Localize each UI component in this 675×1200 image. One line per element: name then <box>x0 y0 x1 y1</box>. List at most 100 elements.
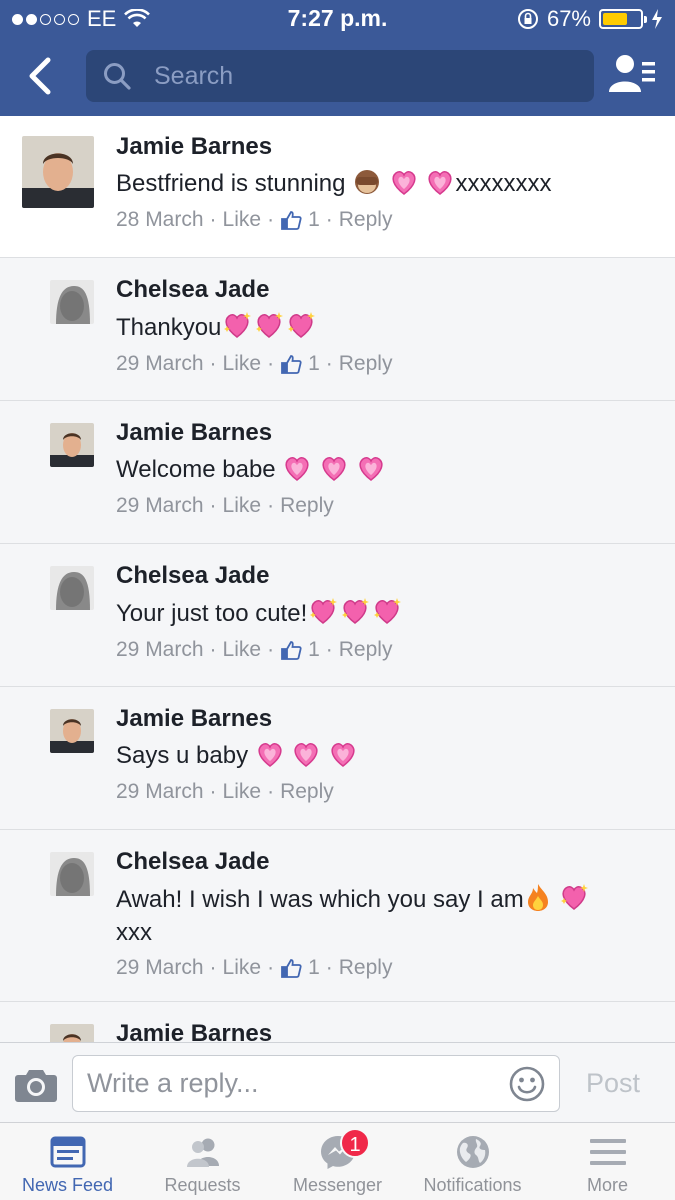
post-button[interactable]: Post <box>586 1063 640 1103</box>
like-link[interactable]: Like <box>223 349 262 379</box>
reply-link[interactable]: Reply <box>339 953 393 983</box>
emoji-icon[interactable] <box>508 1065 546 1103</box>
rotation-lock-icon <box>517 9 538 29</box>
reply-link[interactable]: Reply <box>339 349 393 379</box>
comment-author[interactable]: Chelsea Jade <box>116 275 392 305</box>
avatar[interactable] <box>50 852 94 896</box>
charging-icon <box>652 9 662 29</box>
reply-link[interactable]: Reply <box>280 491 334 521</box>
pink-heart-icon <box>322 457 346 481</box>
comment-author[interactable]: Jamie Barnes <box>116 132 551 162</box>
battery-level <box>603 13 628 25</box>
battery-icon <box>599 9 647 29</box>
tab-label: News Feed <box>21 1175 114 1195</box>
comment-date[interactable]: 29 March <box>116 635 204 665</box>
comment-text-line2: xxx <box>116 919 152 946</box>
reply-input[interactable] <box>72 1055 560 1112</box>
like-link[interactable]: Like <box>223 491 262 521</box>
comment-meta: 29 March · Like · Reply <box>116 491 386 521</box>
like-link[interactable]: Like <box>223 205 262 235</box>
like-count-value: 1 <box>308 956 320 979</box>
comment-text-content: Your just too cute! <box>116 600 308 627</box>
comment-text: Your just too cute! <box>116 596 403 631</box>
comment-text: Thankyou <box>116 310 392 345</box>
tab-label: Requests <box>164 1175 241 1195</box>
back-button[interactable] <box>22 52 62 100</box>
fire-icon <box>527 884 548 911</box>
comment-author[interactable]: Jamie Barnes <box>116 704 358 734</box>
comment-body: Chelsea Jade Awah! I wish I was which yo… <box>116 847 636 983</box>
news-feed-icon <box>50 1136 86 1168</box>
sparkling-heart-icon <box>374 598 402 624</box>
like-count-value: 1 <box>308 352 320 375</box>
comment-author[interactable]: Chelsea Jade <box>116 847 636 877</box>
like-count[interactable]: 1 <box>280 205 320 235</box>
search-field[interactable]: Search <box>86 50 594 102</box>
tab-more[interactable]: More <box>540 1123 675 1200</box>
comment: Chelsea Jade Thankyou 29 March · Like · … <box>0 258 675 401</box>
comment-text: Bestfriend is stunning xxxxxxxx <box>116 167 551 201</box>
comment-text-content: Awah! I wish I was which you say I am <box>116 886 524 913</box>
pink-heart-icon <box>258 743 282 767</box>
reply-link[interactable]: Reply <box>280 777 334 807</box>
comment-meta: 29 March · Like · Reply <box>116 777 358 807</box>
comment-author[interactable]: Jamie Barnes <box>116 418 386 448</box>
comment-date[interactable]: 29 March <box>116 953 204 983</box>
search-placeholder: Search <box>154 61 234 90</box>
comment-meta: 29 March · Like · 1 · Reply <box>116 349 392 379</box>
tab-notifications[interactable]: Notifications <box>405 1123 540 1200</box>
comment-body: Jamie Barnes Bestfriend is stunning xxxx… <box>116 132 551 235</box>
comment-body: Chelsea Jade Thankyou 29 March · Like · … <box>116 275 392 379</box>
comment-text-content: Says u baby <box>116 742 249 769</box>
comment: Jamie Barnes Bestfriend is stunning xxxx… <box>0 116 675 258</box>
comment: Chelsea Jade Awah! I wish I was which yo… <box>0 830 675 1002</box>
avatar[interactable] <box>50 1024 94 1042</box>
like-link[interactable]: Like <box>223 777 262 807</box>
comment-body: Jamie Barnes Welcome babe 29 March · Lik… <box>116 418 386 521</box>
pink-heart-icon <box>294 743 319 767</box>
like-link[interactable]: Like <box>223 635 262 665</box>
like-count[interactable]: 1 <box>280 635 320 665</box>
comment-text-content: Thankyou <box>116 314 222 341</box>
avatar[interactable] <box>50 709 94 753</box>
avatar[interactable] <box>50 566 94 610</box>
reply-link[interactable]: Reply <box>339 205 393 235</box>
comment-body: Chelsea Jade Your just too cute! 29 Marc… <box>116 561 403 665</box>
comment-text-content: Welcome babe <box>116 456 276 483</box>
see-no-evil-monkey-icon <box>355 170 380 194</box>
comment-date[interactable]: 28 March <box>116 205 204 235</box>
friends-list-button[interactable] <box>606 52 658 98</box>
camera-icon[interactable] <box>14 1065 58 1103</box>
comment-meta: 29 March · Like · 1 · Reply <box>116 635 403 665</box>
sparkling-heart-icon <box>310 598 338 624</box>
tab-label: More <box>586 1175 628 1195</box>
comment-date[interactable]: 29 March <box>116 349 204 379</box>
search-icon <box>104 63 131 90</box>
comment-text-suffix: xxxxxxxx <box>455 170 552 197</box>
battery-percent: 67% <box>546 6 591 31</box>
comment-author[interactable]: Jamie Barnes <box>116 1019 272 1042</box>
like-count[interactable]: 1 <box>280 953 320 983</box>
thumbs-up-icon <box>281 355 302 374</box>
comment-text: Awah! I wish I was which you say I am xx… <box>116 882 636 949</box>
like-link[interactable]: Like <box>223 953 262 983</box>
status-right: 67% <box>517 6 663 32</box>
comment-author[interactable]: Chelsea Jade <box>116 561 403 591</box>
comment: Chelsea Jade Your just too cute! 29 Marc… <box>0 544 675 687</box>
tab-news-feed[interactable]: News Feed <box>0 1123 135 1200</box>
avatar[interactable] <box>50 423 94 467</box>
tab-requests[interactable]: Requests <box>135 1123 270 1200</box>
pink-heart-icon <box>428 171 453 195</box>
comment-text: Says u baby <box>116 739 358 773</box>
reply-link[interactable]: Reply <box>339 635 393 665</box>
tab-messenger[interactable]: 1 Messenger <box>270 1123 405 1200</box>
thumbs-up-icon <box>281 959 302 978</box>
status-bar: EE 7:27 p.m. 67% <box>0 0 675 38</box>
like-count[interactable]: 1 <box>280 349 320 379</box>
like-count-value: 1 <box>308 208 320 231</box>
thumbs-up-icon <box>281 211 302 230</box>
avatar[interactable] <box>50 280 94 324</box>
avatar[interactable] <box>22 136 94 208</box>
comment-date[interactable]: 29 March <box>116 491 204 521</box>
comment-date[interactable]: 29 March <box>116 777 204 807</box>
